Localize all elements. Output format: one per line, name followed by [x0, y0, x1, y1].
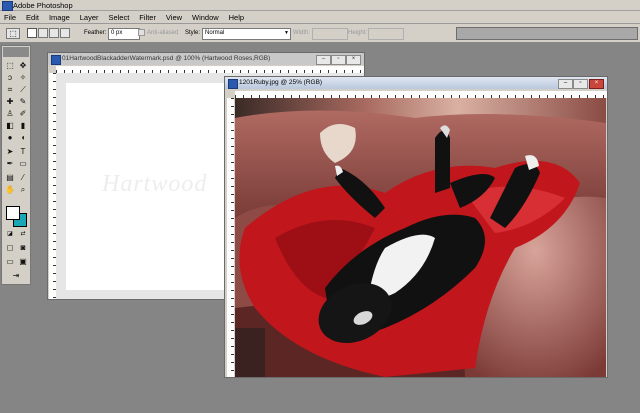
brush-tool-icon[interactable]: ✎ — [17, 96, 29, 107]
menu-file[interactable]: File — [0, 11, 20, 22]
document-titlebar[interactable]: 1201Ruby.jpg @ 25% (RGB) – ▫ × — [225, 77, 607, 89]
restore-button[interactable]: ▫ — [331, 55, 346, 65]
restore-button[interactable]: ▫ — [573, 79, 588, 89]
marquee-tool-icon[interactable]: ⬚ — [4, 60, 16, 71]
style-label: Style: — [185, 30, 201, 36]
chevron-down-icon: ▼ — [284, 30, 289, 36]
selection-mode-subtract-icon[interactable] — [49, 28, 59, 38]
feather-label: Feather: — [84, 30, 107, 36]
horizontal-ruler — [235, 91, 607, 98]
path-selection-tool-icon[interactable]: ➤ — [4, 146, 16, 157]
eyedropper-tool-icon[interactable]: ⁄ — [17, 172, 29, 183]
document-window-ruby[interactable]: 1201Ruby.jpg @ 25% (RGB) – ▫ × — [224, 76, 608, 378]
gradient-tool-icon[interactable]: ▮ — [17, 120, 29, 131]
selection-mode-new-icon[interactable] — [27, 28, 37, 38]
standard-screen-mode-icon[interactable]: ▭ — [4, 256, 16, 267]
menu-window[interactable]: Window — [188, 11, 223, 22]
close-button[interactable]: × — [346, 55, 361, 65]
selection-mode-add-icon[interactable] — [38, 28, 48, 38]
healing-brush-tool-icon[interactable]: ✚ — [4, 96, 16, 107]
selection-mode-intersect-icon[interactable] — [60, 28, 70, 38]
quick-mask-mode-icon[interactable]: ◙ — [17, 242, 29, 253]
canvas[interactable]: Hartwood — [66, 83, 226, 290]
clone-stamp-tool-icon[interactable]: ♙ — [4, 108, 16, 119]
menu-edit[interactable]: Edit — [22, 11, 43, 22]
app-title: Adobe Photoshop — [13, 1, 73, 10]
document-title: 01HartwoodBlackadderWatermark.psd @ 100%… — [62, 55, 271, 62]
photo-canvas[interactable] — [235, 98, 606, 377]
toolbox: ⬚ ✥ ↄ ✧ ⌗ ⟋ ✚ ✎ ♙ ✐ ◧ ▮ ● ◖ ➤ T ✒ ▭ ▤ ⁄ … — [1, 45, 31, 285]
app-title-bar: Adobe Photoshop — [0, 0, 640, 11]
history-brush-tool-icon[interactable]: ✐ — [17, 108, 29, 119]
style-select-value: Normal — [205, 30, 225, 36]
width-input[interactable] — [312, 28, 348, 40]
hand-tool-icon[interactable]: ✋ — [4, 184, 16, 195]
watermark-text: Hartwood — [102, 171, 208, 197]
height-label: Height: — [348, 30, 368, 36]
move-tool-icon[interactable]: ✥ — [17, 60, 29, 71]
full-screen-mode-icon[interactable]: ▣ — [17, 256, 29, 267]
swap-colors-icon[interactable]: ⇄ — [17, 229, 29, 240]
menu-image[interactable]: Image — [45, 11, 74, 22]
slice-tool-icon[interactable]: ⟋ — [17, 84, 29, 95]
antialiased-checkbox[interactable] — [138, 29, 145, 36]
document-titlebar[interactable]: 01HartwoodBlackadderWatermark.psd @ 100%… — [48, 53, 364, 65]
dodge-tool-icon[interactable]: ◖ — [17, 132, 29, 143]
crop-tool-icon[interactable]: ⌗ — [4, 84, 16, 95]
vertical-ruler — [227, 98, 234, 377]
height-input[interactable] — [368, 28, 404, 40]
menu-select[interactable]: Select — [104, 11, 133, 22]
menu-view[interactable]: View — [162, 11, 186, 22]
standard-mode-icon[interactable]: ◻ — [4, 242, 16, 253]
jump-to-imageready-icon[interactable]: ⇥ — [10, 270, 22, 281]
eraser-tool-icon[interactable]: ◧ — [4, 120, 16, 131]
document-icon — [228, 79, 238, 89]
vertical-ruler — [49, 73, 56, 299]
minimize-button[interactable]: – — [558, 79, 573, 89]
pen-tool-icon[interactable]: ✒ — [4, 158, 16, 169]
feather-input[interactable]: 0 px — [108, 28, 140, 40]
menu-layer[interactable]: Layer — [76, 11, 103, 22]
photoshop-app-icon — [2, 1, 13, 11]
zoom-tool-icon[interactable]: ⌕ — [17, 184, 29, 195]
blur-tool-icon[interactable]: ● — [4, 132, 16, 143]
antialiased-label: Anti-aliased — [147, 30, 179, 36]
marquee-tool-preset-icon[interactable]: ⬚ — [6, 28, 20, 39]
foreground-color-swatch[interactable] — [6, 206, 20, 220]
magic-wand-tool-icon[interactable]: ✧ — [17, 72, 29, 83]
style-select[interactable]: Normal ▼ — [202, 28, 291, 40]
document-title: 1201Ruby.jpg @ 25% (RGB) — [239, 79, 323, 86]
palette-well[interactable] — [456, 27, 638, 40]
default-colors-icon[interactable]: ◪ — [4, 229, 16, 240]
menu-help[interactable]: Help — [225, 11, 248, 22]
menu-bar: File Edit Image Layer Select Filter View… — [0, 11, 640, 24]
close-button[interactable]: × — [589, 79, 604, 89]
toolbox-header — [3, 47, 29, 57]
lasso-tool-icon[interactable]: ↄ — [4, 72, 16, 83]
minimize-button[interactable]: – — [316, 55, 331, 65]
document-icon — [51, 55, 61, 65]
width-label: Width: — [293, 30, 311, 36]
menu-filter[interactable]: Filter — [135, 11, 160, 22]
notes-tool-icon[interactable]: ▤ — [4, 172, 16, 183]
dog-on-red-sofa-photo — [235, 98, 606, 377]
horizontal-ruler — [56, 66, 364, 73]
type-tool-icon[interactable]: T — [17, 146, 29, 157]
shape-tool-icon[interactable]: ▭ — [17, 158, 29, 169]
